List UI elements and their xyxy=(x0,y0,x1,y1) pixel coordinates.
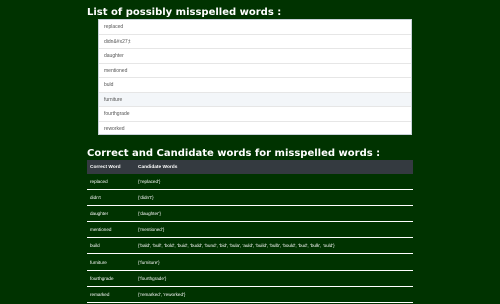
list-item[interactable]: didn&#x27;t xyxy=(99,35,411,49)
correct-word-cell: replaced xyxy=(87,174,135,191)
candidate-words-cell: {'remarked', 'reworked'} xyxy=(135,286,413,303)
column-header-correct-word: Correct Word xyxy=(87,160,135,174)
table-row: daughter {'daughter'} xyxy=(87,205,413,223)
correct-word-cell: didn't xyxy=(87,189,135,207)
candidate-words-cell: {'daughter'} xyxy=(135,205,413,223)
correct-word-cell: fourthgrade xyxy=(87,270,135,287)
correct-word-cell: furniture xyxy=(87,253,135,271)
candidate-words-cell: {'bald', 'bull', 'bold', 'buid', 'budd',… xyxy=(135,237,413,255)
correct-word-cell: mentioned xyxy=(87,221,135,239)
table-row: build {'bald', 'bull', 'bold', 'buid', '… xyxy=(87,237,413,255)
misspelled-words-list[interactable]: replaced didn&#x27;t daughter mentioned … xyxy=(98,19,412,135)
list-item[interactable]: buld xyxy=(99,78,411,93)
table-row: didn't {'didn't'} xyxy=(87,189,413,207)
list-item[interactable]: replaced xyxy=(99,20,411,35)
correct-word-cell: remarked xyxy=(87,286,135,303)
candidate-words-cell: {'replaced'} xyxy=(135,174,413,191)
table-row: mentioned {'mentioned'} xyxy=(87,221,413,239)
candidates-section-title: Correct and Candidate words for misspell… xyxy=(87,148,381,159)
table-row: remarked {'remarked', 'reworked'} xyxy=(87,286,413,303)
column-header-candidate-words: Candidate Words xyxy=(135,160,413,174)
list-item[interactable]: fourthgrade xyxy=(99,107,411,122)
table-row: furniture {'furniture'} xyxy=(87,253,413,271)
correct-word-cell: daughter xyxy=(87,205,135,223)
list-item[interactable]: daughter xyxy=(99,49,411,64)
table-row: fourthgrade {'fourthgrade'} xyxy=(87,270,413,287)
correct-word-cell: build xyxy=(87,237,135,255)
list-item[interactable]: mentioned xyxy=(99,64,411,78)
table-row: replaced {'replaced'} xyxy=(87,174,413,191)
candidate-words-cell: {'didn't'} xyxy=(135,189,413,207)
candidate-words-cell: {'fourthgrade'} xyxy=(135,270,413,287)
list-item[interactable]: furniture xyxy=(99,92,411,107)
candidate-words-cell: {'furniture'} xyxy=(135,253,413,271)
list-item[interactable]: reworked xyxy=(99,122,411,135)
misspelled-list-title: List of possibly misspelled words : xyxy=(87,7,282,18)
candidates-table: Correct Word Candidate Words replaced {'… xyxy=(87,160,413,303)
candidate-words-cell: {'mentioned'} xyxy=(135,221,413,239)
table-header-row: Correct Word Candidate Words xyxy=(87,160,413,174)
